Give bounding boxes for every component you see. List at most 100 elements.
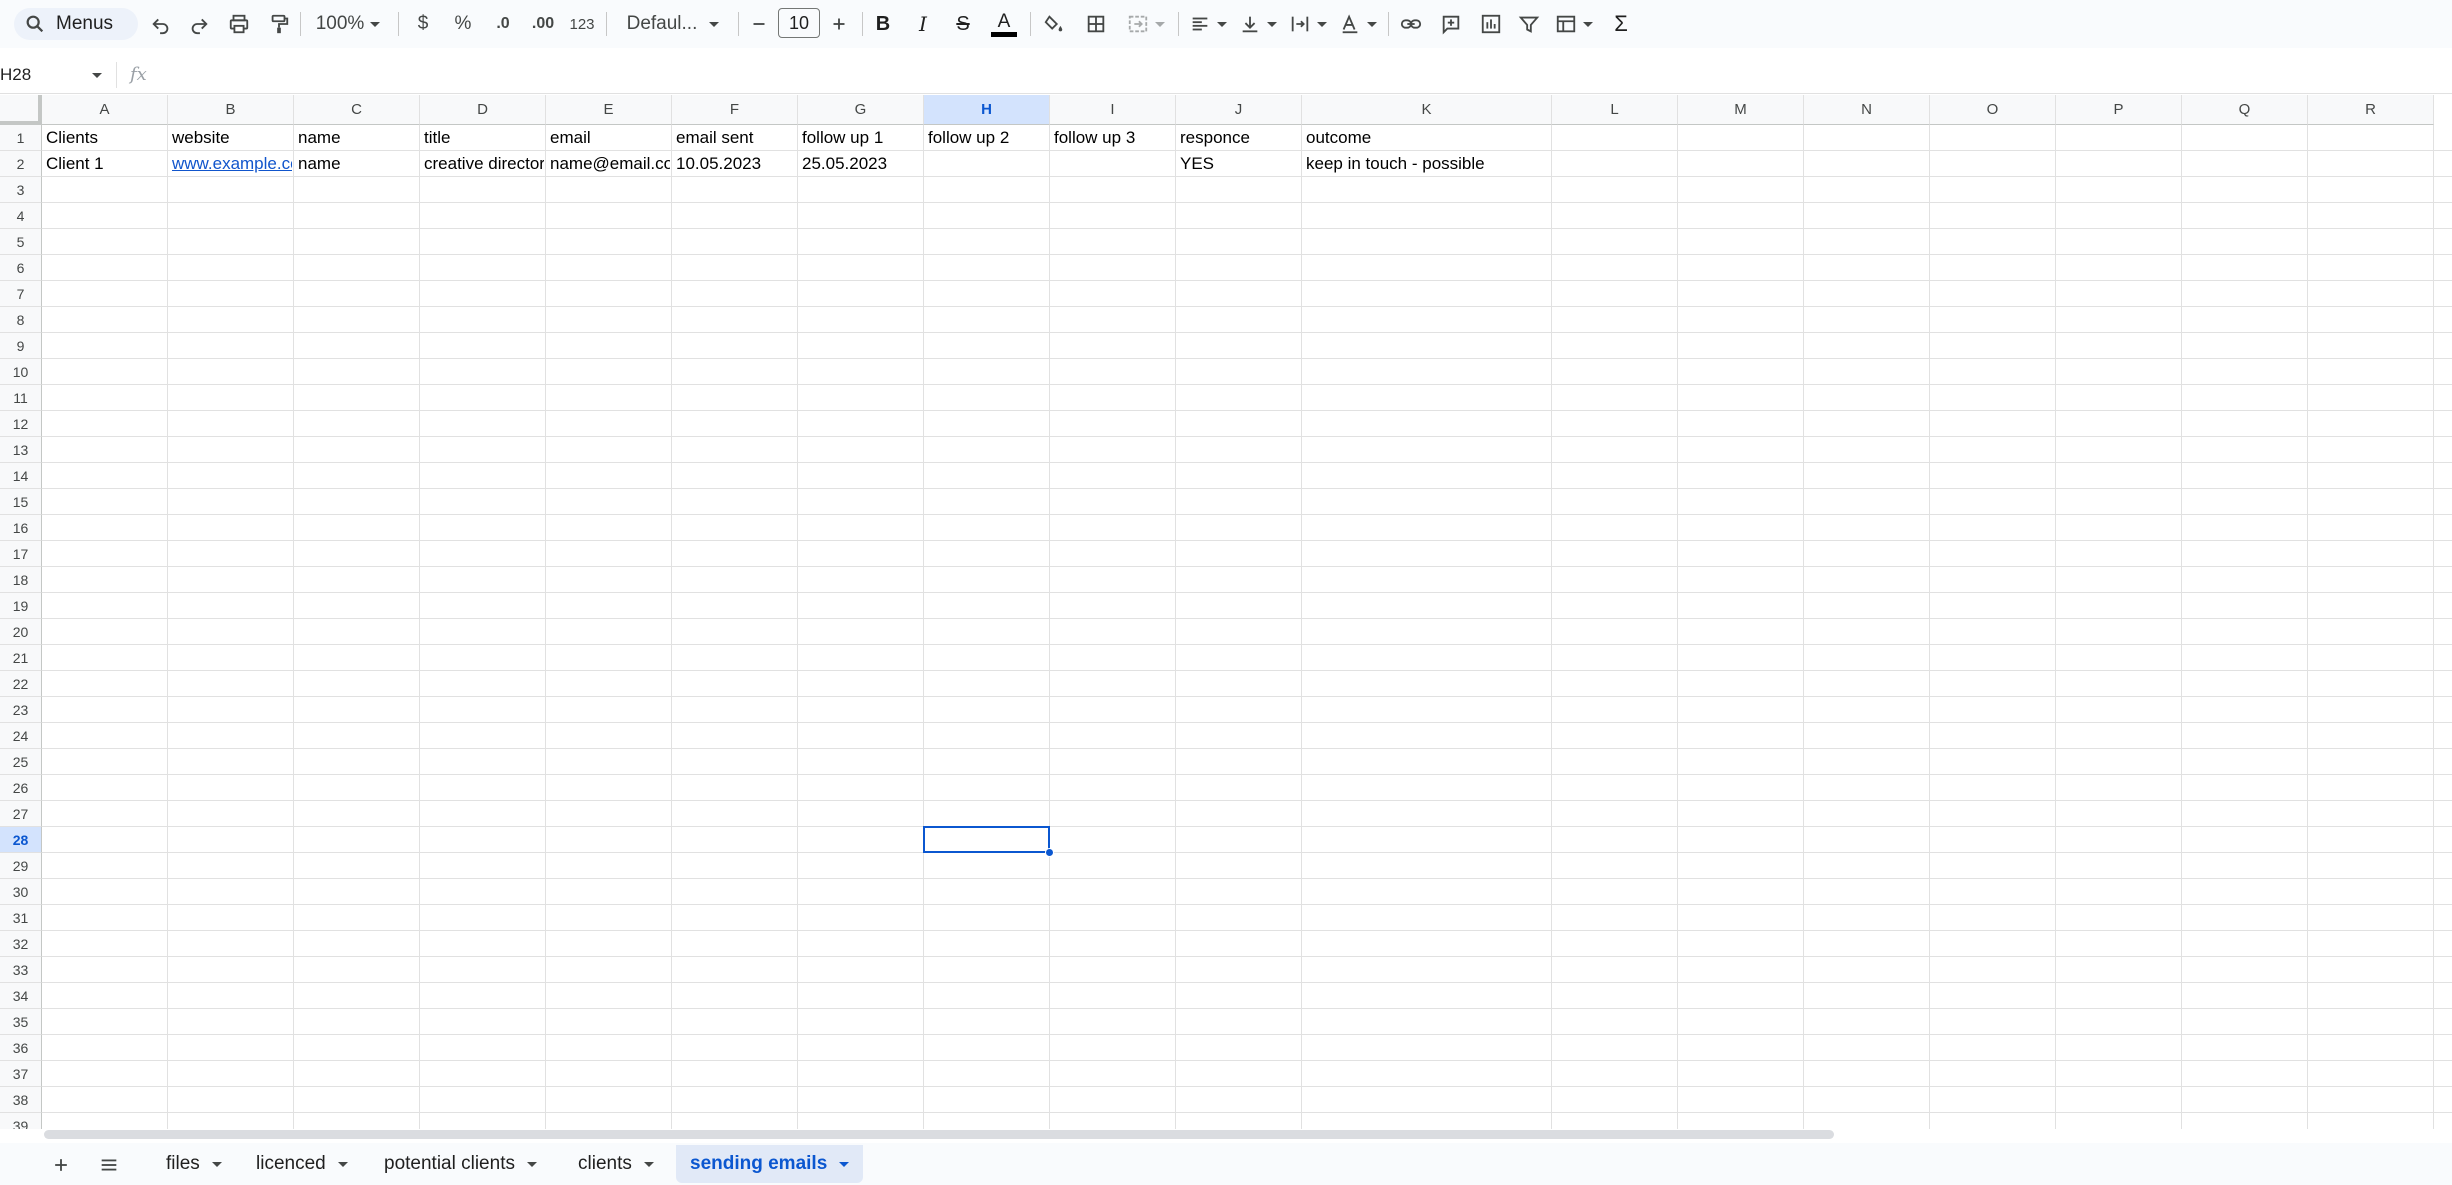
- column-header-e[interactable]: E: [546, 95, 672, 125]
- redo-button[interactable]: [184, 8, 214, 40]
- cell-g1[interactable]: follow up 1: [798, 125, 922, 150]
- print-button[interactable]: [224, 8, 254, 40]
- row-header-25[interactable]: 25: [0, 749, 42, 775]
- percent-format-button[interactable]: %: [448, 8, 478, 40]
- cell-i1[interactable]: follow up 3: [1050, 125, 1174, 150]
- column-header-k[interactable]: K: [1302, 95, 1552, 125]
- sheet-tab-files[interactable]: files: [152, 1145, 236, 1183]
- increase-font-size-button[interactable]: [826, 8, 852, 40]
- vertical-align-button[interactable]: [1236, 8, 1280, 40]
- fill-handle[interactable]: [1045, 848, 1054, 857]
- column-header-p[interactable]: P: [2056, 95, 2182, 125]
- chevron-down-icon[interactable]: [211, 1161, 222, 1167]
- cell-j1[interactable]: responce: [1176, 125, 1300, 150]
- row-header-12[interactable]: 12: [0, 411, 42, 437]
- zoom-select[interactable]: 100%: [308, 8, 388, 40]
- horizontal-align-button[interactable]: [1186, 8, 1230, 40]
- row-header-30[interactable]: 30: [0, 879, 42, 905]
- column-header-l[interactable]: L: [1552, 95, 1678, 125]
- row-header-35[interactable]: 35: [0, 1009, 42, 1035]
- row-header-4[interactable]: 4: [0, 203, 42, 229]
- insert-link-button[interactable]: [1396, 8, 1426, 40]
- menus-search-button[interactable]: Menus: [14, 8, 138, 40]
- cell-j2[interactable]: YES: [1176, 151, 1300, 176]
- filter-views-button[interactable]: [1552, 8, 1596, 40]
- row-header-10[interactable]: 10: [0, 359, 42, 385]
- borders-button[interactable]: [1080, 8, 1112, 40]
- chevron-down-icon[interactable]: [643, 1161, 654, 1167]
- cell-c2[interactable]: name: [294, 151, 418, 176]
- cell-k1[interactable]: outcome: [1302, 125, 1550, 150]
- row-header-37[interactable]: 37: [0, 1061, 42, 1087]
- functions-button[interactable]: Σ: [1606, 8, 1636, 40]
- column-header-b[interactable]: B: [168, 95, 294, 125]
- row-header-14[interactable]: 14: [0, 463, 42, 489]
- text-color-button[interactable]: A: [988, 8, 1020, 40]
- name-box[interactable]: H28: [0, 65, 31, 85]
- cell-b1[interactable]: website: [168, 125, 292, 150]
- row-header-17[interactable]: 17: [0, 541, 42, 567]
- row-header-5[interactable]: 5: [0, 229, 42, 255]
- chevron-down-icon[interactable]: [526, 1161, 537, 1167]
- formula-input[interactable]: [164, 62, 2364, 88]
- bold-button[interactable]: B: [868, 8, 898, 40]
- cell-f2[interactable]: 10.05.2023: [672, 151, 796, 176]
- insert-chart-button[interactable]: [1476, 8, 1506, 40]
- row-header-21[interactable]: 21: [0, 645, 42, 671]
- text-wrapping-button[interactable]: [1286, 8, 1330, 40]
- cell-h1[interactable]: follow up 2: [924, 125, 1048, 150]
- sheet-tab-sending-emails[interactable]: sending emails: [676, 1145, 864, 1183]
- row-header-11[interactable]: 11: [0, 385, 42, 411]
- row-header-23[interactable]: 23: [0, 697, 42, 723]
- merge-cells-button[interactable]: [1122, 8, 1170, 40]
- row-header-1[interactable]: 1: [0, 125, 42, 151]
- column-header-m[interactable]: M: [1678, 95, 1804, 125]
- row-header-13[interactable]: 13: [0, 437, 42, 463]
- row-header-24[interactable]: 24: [0, 723, 42, 749]
- row-header-8[interactable]: 8: [0, 307, 42, 333]
- chevron-down-icon[interactable]: [92, 73, 102, 78]
- row-header-33[interactable]: 33: [0, 957, 42, 983]
- column-header-a[interactable]: A: [42, 95, 168, 125]
- column-header-o[interactable]: O: [1930, 95, 2056, 125]
- row-header-38[interactable]: 38: [0, 1087, 42, 1113]
- chevron-down-icon[interactable]: [337, 1161, 348, 1167]
- strikethrough-button[interactable]: S: [948, 8, 978, 40]
- text-rotation-button[interactable]: [1336, 8, 1380, 40]
- column-header-j[interactable]: J: [1176, 95, 1302, 125]
- all-sheets-button[interactable]: [94, 1151, 124, 1179]
- horizontal-scrollbar[interactable]: [44, 1130, 1834, 1139]
- filter-button[interactable]: [1514, 8, 1544, 40]
- cell-d2[interactable]: creative director: [420, 151, 544, 176]
- row-header-15[interactable]: 15: [0, 489, 42, 515]
- cell-e1[interactable]: email: [546, 125, 670, 150]
- cell-area[interactable]: Clients website name title email email sent fo…: [42, 125, 2452, 1129]
- sheet-tab-clients[interactable]: clients: [564, 1145, 668, 1183]
- fill-color-button[interactable]: [1038, 8, 1070, 40]
- column-header-r[interactable]: R: [2308, 95, 2434, 125]
- decrease-decimal-button[interactable]: .0: [488, 8, 518, 40]
- row-header-6[interactable]: 6: [0, 255, 42, 281]
- select-all-corner[interactable]: [0, 95, 42, 125]
- paint-format-button[interactable]: [264, 8, 294, 40]
- sheet-tab-potential-clients[interactable]: potential clients: [370, 1145, 551, 1183]
- column-header-i[interactable]: I: [1050, 95, 1176, 125]
- currency-format-button[interactable]: $: [408, 8, 438, 40]
- cell-e2[interactable]: name@email.co: [546, 151, 670, 176]
- column-header-h[interactable]: H: [924, 95, 1050, 125]
- row-header-28[interactable]: 28: [0, 827, 42, 853]
- font-size-input[interactable]: 10: [778, 8, 820, 38]
- increase-decimal-button[interactable]: .00: [526, 8, 560, 40]
- row-header-26[interactable]: 26: [0, 775, 42, 801]
- cell-f1[interactable]: email sent: [672, 125, 796, 150]
- italic-button[interactable]: I: [908, 8, 938, 40]
- row-header-20[interactable]: 20: [0, 619, 42, 645]
- row-header-34[interactable]: 34: [0, 983, 42, 1009]
- row-header-22[interactable]: 22: [0, 671, 42, 697]
- row-header-19[interactable]: 19: [0, 593, 42, 619]
- selected-cell-outline[interactable]: [923, 826, 1050, 853]
- sheet-tab-licenced[interactable]: licenced: [242, 1145, 362, 1183]
- column-header-f[interactable]: F: [672, 95, 798, 125]
- row-header-29[interactable]: 29: [0, 853, 42, 879]
- column-header-d[interactable]: D: [420, 95, 546, 125]
